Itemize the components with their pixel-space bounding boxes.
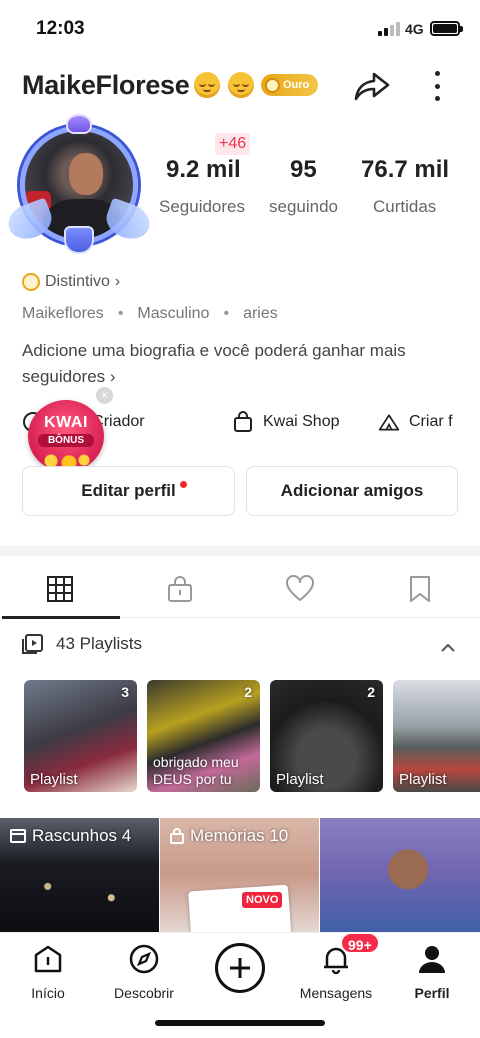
grid-icon [47,576,73,602]
playlist-caption: Playlist [30,771,78,788]
shopping-bag-icon [234,411,252,432]
compass-icon [129,944,159,974]
tab-posts[interactable] [0,560,120,618]
profile-handle: Maikeflores [22,305,104,322]
bio-text: Adicione uma biografia e você poderá gan… [22,341,406,386]
nav-discover-label: Descobrir [114,985,174,1001]
relieved-emoji-icon [228,72,254,98]
distintivo-label: Distintivo [45,273,110,290]
share-arrow-icon [354,72,390,101]
nav-profile[interactable]: Perfil [384,933,480,1003]
profile-avatar[interactable] [3,114,155,256]
followers-label[interactable]: Seguidores [159,197,245,217]
lock-icon [168,576,192,602]
home-indicator [155,1020,325,1026]
tent-icon [378,414,400,431]
playlist-video-count: 2 [244,684,252,700]
add-friends-label: Adicionar amigos [280,481,424,500]
drafts-label: Rascunhos 4 [32,826,132,845]
signal-icon [378,22,400,36]
create-label: Criar f [409,413,453,430]
nav-home[interactable]: Início [0,933,96,1003]
profile-info-row: Maikeflores • Masculino • aries [22,305,278,322]
chevron-right-icon: › [109,367,116,386]
battery-icon [430,21,463,36]
section-divider [0,546,480,556]
playlists-header[interactable]: 43 Playlists [22,634,142,654]
person-icon [419,946,445,973]
tab-saved[interactable] [360,560,480,618]
memories-label: Memórias 10 [190,826,289,845]
video-tile[interactable] [320,818,480,932]
nav-messages-label: Mensagens [299,985,373,1001]
drafts-label-row: Rascunhos 4 [10,826,131,846]
followers-count[interactable]: 9.2 mil [166,156,241,184]
active-tab-indicator [2,616,120,619]
share-button[interactable] [352,66,392,106]
distintivo-link[interactable]: Distintivo › [22,273,120,291]
heart-icon [286,575,314,601]
drafts-tile[interactable]: Rascunhos 4 [0,818,159,932]
kwai-bonus-subtitle: BÔNUS [38,434,94,447]
playlist-caption: obrigado meu DEUS por tu [153,754,239,787]
status-time: 12:03 [36,18,85,39]
memories-label-row: Memórias 10 [170,826,288,846]
playlist-card[interactable]: Playlist [393,680,480,792]
level-badge-label: Ouro [283,79,310,91]
drafts-icon [10,829,26,843]
bio-prompt[interactable]: Adicione uma biografia e você poderá gan… [22,338,442,390]
network-type: 4G [405,21,424,37]
messages-count-badge: 99+ [340,932,380,954]
profile-gender: Masculino [137,305,210,322]
likes-count: 76.7 mil [361,156,450,183]
playlists-count-label: 43 Playlists [56,634,142,653]
gold-level-badge[interactable]: Ouro [261,74,318,96]
playlist-caption: Playlist [276,771,324,788]
chevron-right-icon: › [114,273,121,290]
tab-private[interactable] [120,560,240,618]
avatar-frame-crest-icon [64,226,94,254]
home-icon [34,945,62,973]
tab-liked[interactable] [240,560,360,618]
playlist-icon [22,634,43,654]
nav-discover[interactable]: Descobrir [96,933,192,1003]
nav-home-label: Início [31,985,65,1001]
memories-tile[interactable]: Memórias 10 [160,818,319,932]
badge-icon [22,273,40,291]
following-label[interactable]: seguindo [269,197,338,217]
new-followers-badge: +46 [215,133,251,155]
playlist-card[interactable]: 3 Playlist [24,680,137,792]
new-tag: NOVO [242,892,283,908]
add-friends-button[interactable]: Adicionar amigos [246,466,458,516]
status-bar: 12:03 4G [0,0,480,58]
content-tabs [0,560,480,618]
avatar-frame-crown-icon [66,114,92,134]
relieved-emoji-icon [194,72,220,98]
create-shortcut[interactable]: Criar f [378,400,453,444]
profile-sign: aries [243,305,278,322]
nav-profile-label: Perfil [414,985,450,1001]
more-options-button[interactable] [426,68,448,104]
playlist-card[interactable]: 2 obrigado meu DEUS por tu [147,680,260,792]
edit-profile-button[interactable]: Editar perfil [22,466,235,516]
chevron-up-icon[interactable] [440,640,456,656]
playlist-caption: Playlist [399,771,447,788]
kwai-shop-label: Kwai Shop [263,413,340,430]
bookmark-icon [410,576,430,602]
playlist-card[interactable]: 2 Playlist [270,680,383,792]
likes-label: Curtidas [373,197,437,216]
notification-dot [180,481,187,488]
gold-coin-icon [265,77,280,93]
profile-username: MaikeFlorese [22,70,190,100]
create-post-button[interactable] [215,943,265,993]
playlist-video-count: 3 [121,684,129,700]
kwai-shop-shortcut[interactable]: Kwai Shop [232,400,340,444]
kwai-bonus-widget[interactable]: KWAI BÔNUS [28,400,104,472]
lock-icon [170,828,184,844]
kwai-bonus-title: KWAI [44,414,88,431]
playlist-video-count: 2 [367,684,375,700]
kwai-bonus-close-button[interactable]: × [96,387,113,404]
edit-profile-label: Editar perfil [81,481,176,500]
following-count[interactable]: 95 [290,156,317,184]
